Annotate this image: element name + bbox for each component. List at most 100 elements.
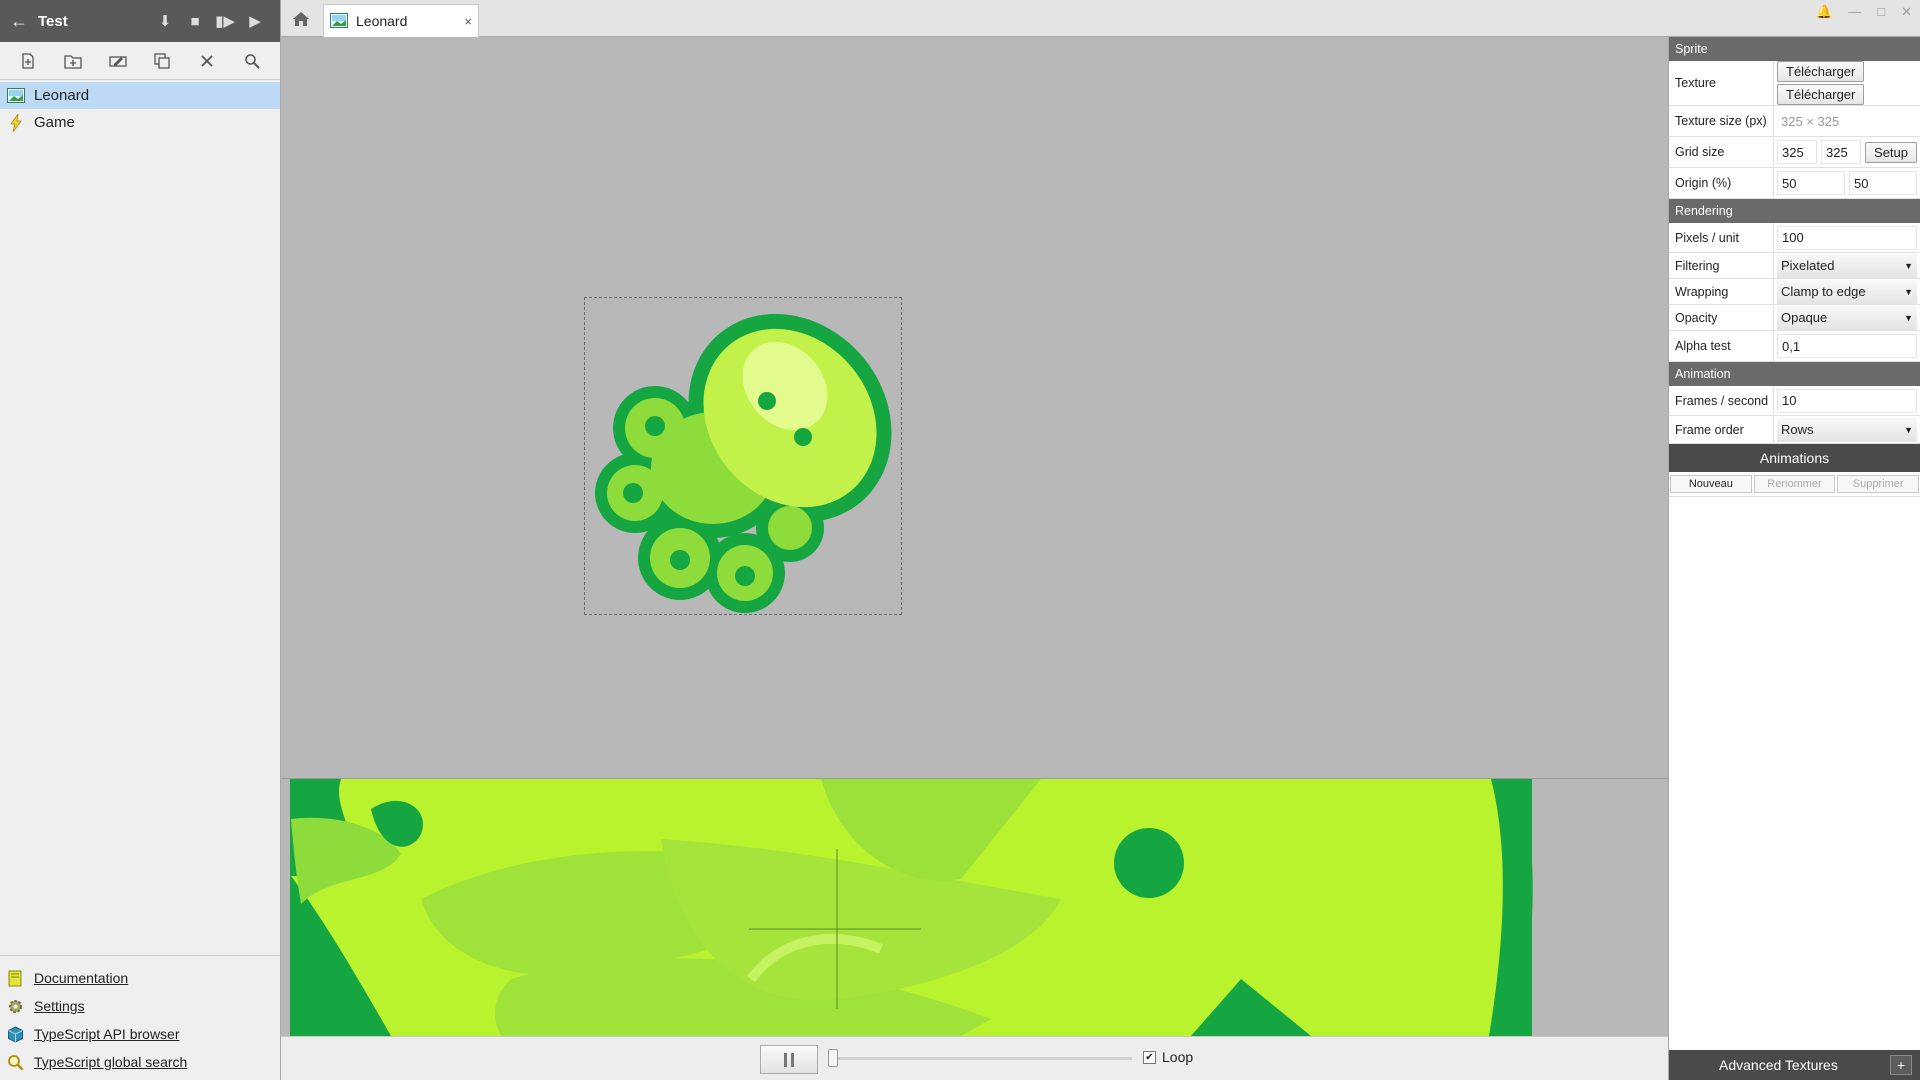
book-icon bbox=[6, 969, 24, 987]
row-fps: Frames / second 10 bbox=[1669, 386, 1920, 416]
row-frame-order: Frame order Rows ▼ bbox=[1669, 416, 1920, 444]
row-filtering: Filtering Pixelated ▼ bbox=[1669, 253, 1920, 279]
link-typescript-api[interactable]: TypeScript API browser bbox=[0, 1020, 280, 1048]
project-header: ← Test ⬇ ■ ▮▶ ▶ bbox=[0, 0, 280, 42]
alpha-test-input[interactable]: 0,1 bbox=[1777, 334, 1917, 358]
cube-icon bbox=[6, 1025, 24, 1043]
properties-panel: Sprite Texture Télécharger Télécharger T… bbox=[1668, 37, 1920, 1080]
close-icon[interactable]: × bbox=[464, 14, 472, 29]
tab-leonard[interactable]: Leonard × bbox=[323, 4, 479, 37]
filtering-label: Filtering bbox=[1669, 253, 1774, 278]
close-window-icon[interactable]: ✕ bbox=[1901, 4, 1912, 20]
texture-size-label: Texture size (px) bbox=[1669, 106, 1774, 136]
sprite-icon bbox=[6, 87, 26, 105]
row-opacity: Opacity Opaque ▼ bbox=[1669, 305, 1920, 331]
loop-checkbox[interactable]: ✔ bbox=[1143, 1050, 1156, 1064]
grid-height-input[interactable]: 325 bbox=[1821, 140, 1862, 164]
grid-width-input[interactable]: 325 bbox=[1777, 140, 1818, 164]
chevron-down-icon: ▼ bbox=[1904, 286, 1913, 297]
grid-size-label: Grid size bbox=[1669, 137, 1774, 167]
link-label[interactable]: Settings bbox=[34, 998, 85, 1014]
maximize-icon[interactable]: □ bbox=[1877, 4, 1885, 20]
sprite-icon bbox=[330, 13, 350, 29]
chevron-down-icon: ▼ bbox=[1904, 424, 1913, 435]
animation-preview[interactable] bbox=[281, 779, 1668, 1036]
run-icon[interactable]: ▶ bbox=[240, 12, 270, 30]
pause-icon bbox=[784, 1052, 794, 1067]
new-folder-icon[interactable] bbox=[59, 47, 87, 75]
bell-icon[interactable]: 🔔 bbox=[1816, 4, 1832, 20]
row-pixels-per-unit: Pixels / unit 100 bbox=[1669, 223, 1920, 253]
row-grid-size: Grid size 325 325 Setup bbox=[1669, 137, 1920, 168]
sprite-viewport[interactable] bbox=[281, 37, 1668, 779]
link-label[interactable]: TypeScript global search bbox=[34, 1054, 187, 1070]
octopus-sprite bbox=[595, 313, 892, 613]
pixels-per-unit-input[interactable]: 100 bbox=[1777, 225, 1917, 250]
back-icon[interactable]: ← bbox=[10, 11, 38, 32]
gear-icon bbox=[6, 997, 24, 1015]
link-typescript-search[interactable]: TypeScript global search bbox=[0, 1048, 280, 1076]
filtering-value: Pixelated bbox=[1781, 258, 1835, 273]
origin-label: Origin (%) bbox=[1669, 168, 1774, 198]
loop-toggle[interactable]: ✔ Loop bbox=[1143, 1049, 1193, 1065]
pause-button[interactable] bbox=[760, 1045, 818, 1074]
advanced-textures-bar[interactable]: Advanced Textures + bbox=[1669, 1050, 1920, 1080]
opacity-value: Opaque bbox=[1781, 310, 1828, 325]
frame-slider-track[interactable] bbox=[832, 1057, 1132, 1060]
texture-size-value: 325 × 325 bbox=[1781, 113, 1840, 129]
rename-icon[interactable] bbox=[104, 47, 132, 75]
rename-animation-button[interactable]: Renommer bbox=[1753, 475, 1836, 493]
section-animation: Animation bbox=[1669, 362, 1920, 386]
download-icon[interactable]: ⬇ bbox=[150, 12, 180, 30]
origin-y-input[interactable]: 50 bbox=[1849, 171, 1917, 195]
wrapping-value: Clamp to edge bbox=[1781, 284, 1866, 299]
animations-header: Animations bbox=[1669, 444, 1920, 472]
link-documentation[interactable]: Documentation bbox=[0, 964, 280, 992]
alpha-test-label: Alpha test bbox=[1669, 331, 1774, 361]
tab-label: Leonard bbox=[356, 13, 408, 29]
stop-icon[interactable]: ■ bbox=[180, 13, 210, 30]
delete-icon[interactable] bbox=[193, 47, 221, 75]
filtering-select[interactable]: Pixelated ▼ bbox=[1777, 253, 1917, 278]
tree-item-game[interactable]: Game bbox=[0, 109, 280, 136]
download-texture-button[interactable]: Télécharger bbox=[1777, 84, 1865, 105]
link-label[interactable]: TypeScript API browser bbox=[34, 1026, 180, 1042]
frame-order-select[interactable]: Rows ▼ bbox=[1777, 417, 1917, 442]
duplicate-icon[interactable] bbox=[148, 47, 176, 75]
minimize-icon[interactable]: — bbox=[1848, 4, 1861, 20]
sidebar: ← Test ⬇ ■ ▮▶ ▶ Leonard Game Documentati… bbox=[0, 0, 281, 1080]
magnifier-icon bbox=[6, 1053, 24, 1071]
playback-bar: ✔ Loop bbox=[281, 1036, 1668, 1080]
row-wrapping: Wrapping Clamp to edge ▼ bbox=[1669, 279, 1920, 305]
help-links: Documentation Settings TypeScript API br… bbox=[0, 955, 280, 1080]
frame-order-value: Rows bbox=[1781, 422, 1814, 437]
tree-item-leonard[interactable]: Leonard bbox=[0, 82, 280, 109]
link-settings[interactable]: Settings bbox=[0, 992, 280, 1020]
fps-input[interactable]: 10 bbox=[1777, 388, 1917, 413]
opacity-select[interactable]: Opaque ▼ bbox=[1777, 305, 1917, 330]
new-asset-icon[interactable] bbox=[14, 47, 42, 75]
row-origin: Origin (%) 50 50 bbox=[1669, 168, 1920, 199]
upload-texture-button[interactable]: Télécharger bbox=[1777, 61, 1865, 82]
row-alpha-test: Alpha test 0,1 bbox=[1669, 331, 1920, 362]
home-icon[interactable] bbox=[281, 0, 321, 37]
tree-item-label: Leonard bbox=[34, 87, 90, 104]
loop-label: Loop bbox=[1162, 1049, 1194, 1065]
step-icon[interactable]: ▮▶ bbox=[210, 12, 240, 30]
link-label[interactable]: Documentation bbox=[34, 970, 128, 986]
add-texture-button[interactable]: + bbox=[1890, 1055, 1912, 1075]
search-icon[interactable] bbox=[238, 47, 266, 75]
pixels-per-unit-label: Pixels / unit bbox=[1669, 223, 1774, 252]
texture-label: Texture bbox=[1669, 61, 1774, 105]
chevron-down-icon: ▼ bbox=[1904, 260, 1913, 271]
frame-order-label: Frame order bbox=[1669, 416, 1774, 443]
section-sprite: Sprite bbox=[1669, 37, 1920, 61]
delete-animation-button[interactable]: Supprimer bbox=[1837, 475, 1920, 493]
chevron-down-icon: ▼ bbox=[1904, 312, 1913, 323]
setup-button[interactable]: Setup bbox=[1865, 141, 1918, 163]
origin-x-input[interactable]: 50 bbox=[1777, 171, 1845, 195]
wrapping-select[interactable]: Clamp to edge ▼ bbox=[1777, 279, 1917, 304]
new-animation-button[interactable]: Nouveau bbox=[1670, 475, 1752, 493]
frame-slider-thumb[interactable] bbox=[828, 1049, 838, 1067]
zoomed-sprite bbox=[290, 779, 1533, 1036]
